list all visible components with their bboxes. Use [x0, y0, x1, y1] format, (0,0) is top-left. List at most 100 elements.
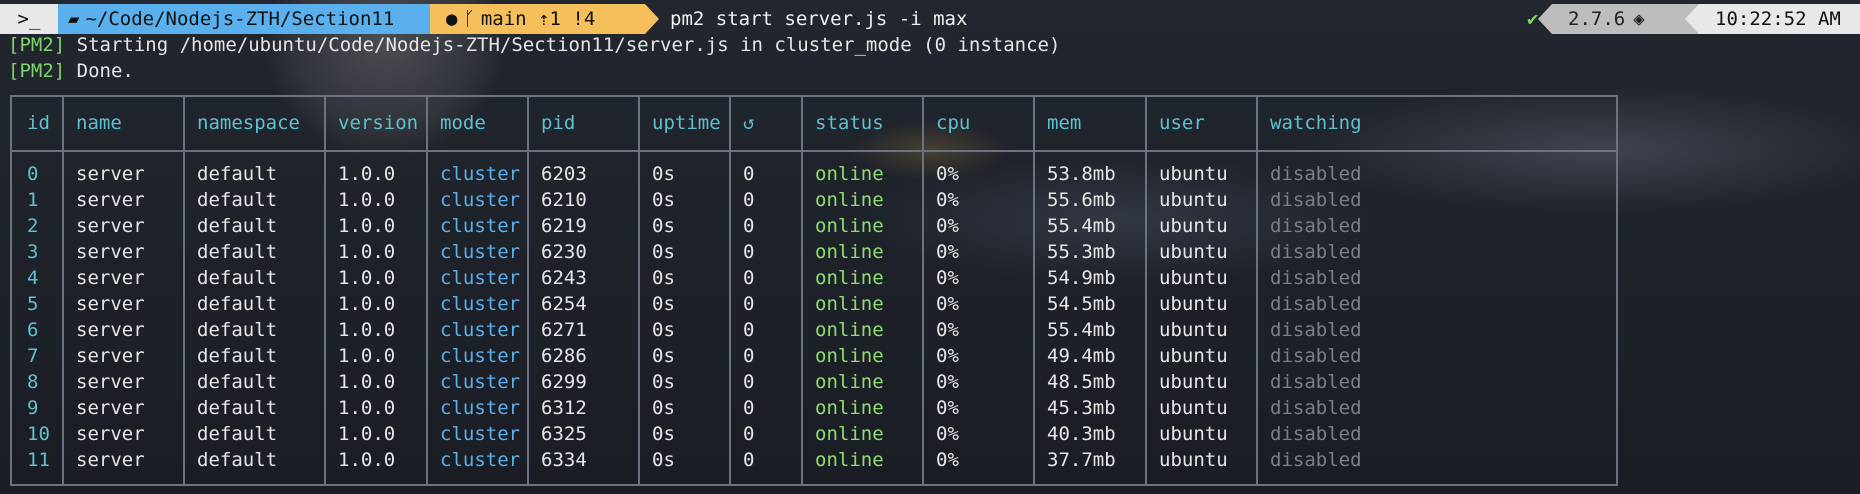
cell-name: server: [76, 267, 145, 289]
cell-user: ubuntu: [1159, 449, 1228, 471]
cell-mode: cluster: [440, 397, 521, 419]
cell-user: ubuntu: [1159, 189, 1228, 211]
column-divider: [922, 97, 924, 484]
column-header-cpu: cpu: [936, 112, 971, 134]
folder-icon: ▰: [68, 8, 80, 30]
github-icon: ●: [446, 8, 458, 30]
cell-version: 1.0.0: [338, 189, 396, 211]
pm2-tag: [PM2]: [8, 34, 66, 56]
diamond-icon: ◈: [1633, 8, 1645, 30]
cell-cpu: 0%: [936, 241, 959, 263]
cell-restarts: 0: [743, 215, 755, 237]
cell-uptime: 0s: [652, 371, 675, 393]
column-header-uptime: uptime: [652, 112, 721, 134]
cell-namespace: default: [197, 189, 278, 211]
column-divider: [426, 97, 428, 484]
cell-mem: 54.9mb: [1047, 267, 1116, 289]
column-divider: [183, 97, 185, 484]
column-divider: [638, 97, 640, 484]
git-modified: !4: [572, 8, 596, 30]
cell-pid: 6203: [541, 163, 587, 185]
cell-name: server: [76, 449, 145, 471]
cell-id: 3: [27, 241, 39, 263]
cell-namespace: default: [197, 371, 278, 393]
cell-watching: disabled: [1270, 449, 1362, 471]
cell-version: 1.0.0: [338, 345, 396, 367]
cell-version: 1.0.0: [338, 293, 396, 315]
cell-cpu: 0%: [936, 423, 959, 445]
cell-name: server: [76, 215, 145, 237]
cell-pid: 6334: [541, 449, 587, 471]
cell-name: server: [76, 319, 145, 341]
cell-pid: 6210: [541, 189, 587, 211]
cell-pid: 6325: [541, 423, 587, 445]
cell-mode: cluster: [440, 163, 521, 185]
column-divider: [801, 97, 803, 484]
cell-user: ubuntu: [1159, 319, 1228, 341]
cell-restarts: 0: [743, 293, 755, 315]
cell-version: 1.0.0: [338, 319, 396, 341]
column-divider: [324, 97, 326, 484]
column-header-watching: watching: [1270, 112, 1362, 134]
cell-name: server: [76, 189, 145, 211]
cell-user: ubuntu: [1159, 397, 1228, 419]
table-body: 0 server default 1.0.0 cluster 6203 0s 0 online 0…: [12, 163, 1616, 475]
pm2-tag: [PM2]: [8, 60, 66, 82]
terminal-icon: >_: [17, 8, 41, 30]
column-divider: [62, 97, 64, 484]
cell-mode: cluster: [440, 423, 521, 445]
cell-namespace: default: [197, 319, 278, 341]
cell-watching: disabled: [1270, 163, 1362, 185]
cell-name: server: [76, 345, 145, 367]
cell-version: 1.0.0: [338, 241, 396, 263]
cell-pid: 6230: [541, 241, 587, 263]
cell-id: 1: [27, 189, 39, 211]
cell-mode: cluster: [440, 189, 521, 211]
cell-restarts: 0: [743, 423, 755, 445]
cell-namespace: default: [197, 449, 278, 471]
output-text: Starting /home/ubuntu/Code/Nodejs-ZTH/Se…: [65, 34, 1061, 56]
column-divider: [527, 97, 529, 484]
cell-mode: cluster: [440, 241, 521, 263]
cell-restarts: 0: [743, 267, 755, 289]
cell-namespace: default: [197, 241, 278, 263]
cell-cpu: 0%: [936, 215, 959, 237]
cell-namespace: default: [197, 423, 278, 445]
cell-name: server: [76, 423, 145, 445]
cell-mode: cluster: [440, 267, 521, 289]
cell-uptime: 0s: [652, 215, 675, 237]
cell-mem: 53.8mb: [1047, 163, 1116, 185]
cell-mem: 37.7mb: [1047, 449, 1116, 471]
cell-restarts: 0: [743, 449, 755, 471]
cell-pid: 6254: [541, 293, 587, 315]
command-input[interactable]: pm2 start server.js -i max: [670, 4, 967, 34]
cell-pid: 6271: [541, 319, 587, 341]
cell-cpu: 0%: [936, 449, 959, 471]
cell-watching: disabled: [1270, 397, 1362, 419]
current-path: ~/Code/Nodejs-ZTH/Section11: [85, 8, 395, 30]
cell-user: ubuntu: [1159, 163, 1228, 185]
cell-version: 1.0.0: [338, 423, 396, 445]
column-divider: [1145, 97, 1147, 484]
cell-restarts: 0: [743, 163, 755, 185]
cell-status: online: [815, 215, 884, 237]
cell-restarts: 0: [743, 241, 755, 263]
cell-status: online: [815, 163, 884, 185]
column-header-id: id: [27, 112, 50, 134]
cell-pid: 6243: [541, 267, 587, 289]
shell-prompt: >_ ▰ ~/Code/Nodejs-ZTH/Section11 ● ᚴ mai…: [0, 4, 1860, 34]
cell-user: ubuntu: [1159, 215, 1228, 237]
cell-id: 4: [27, 267, 39, 289]
cell-mem: 54.5mb: [1047, 293, 1116, 315]
cell-uptime: 0s: [652, 397, 675, 419]
cell-uptime: 0s: [652, 163, 675, 185]
cell-cpu: 0%: [936, 267, 959, 289]
cell-cpu: 0%: [936, 397, 959, 419]
cell-mode: cluster: [440, 371, 521, 393]
table-row: 1 server default 1.0.0 cluster 6210 0s 0 online 0…: [12, 189, 1616, 215]
cell-pid: 6312: [541, 397, 587, 419]
output-line: [PM2] Starting /home/ubuntu/Code/Nodejs-…: [8, 34, 1060, 56]
cell-status: online: [815, 293, 884, 315]
cell-restarts: 0: [743, 189, 755, 211]
terminal-window[interactable]: >_ ▰ ~/Code/Nodejs-ZTH/Section11 ● ᚴ mai…: [0, 0, 1860, 494]
